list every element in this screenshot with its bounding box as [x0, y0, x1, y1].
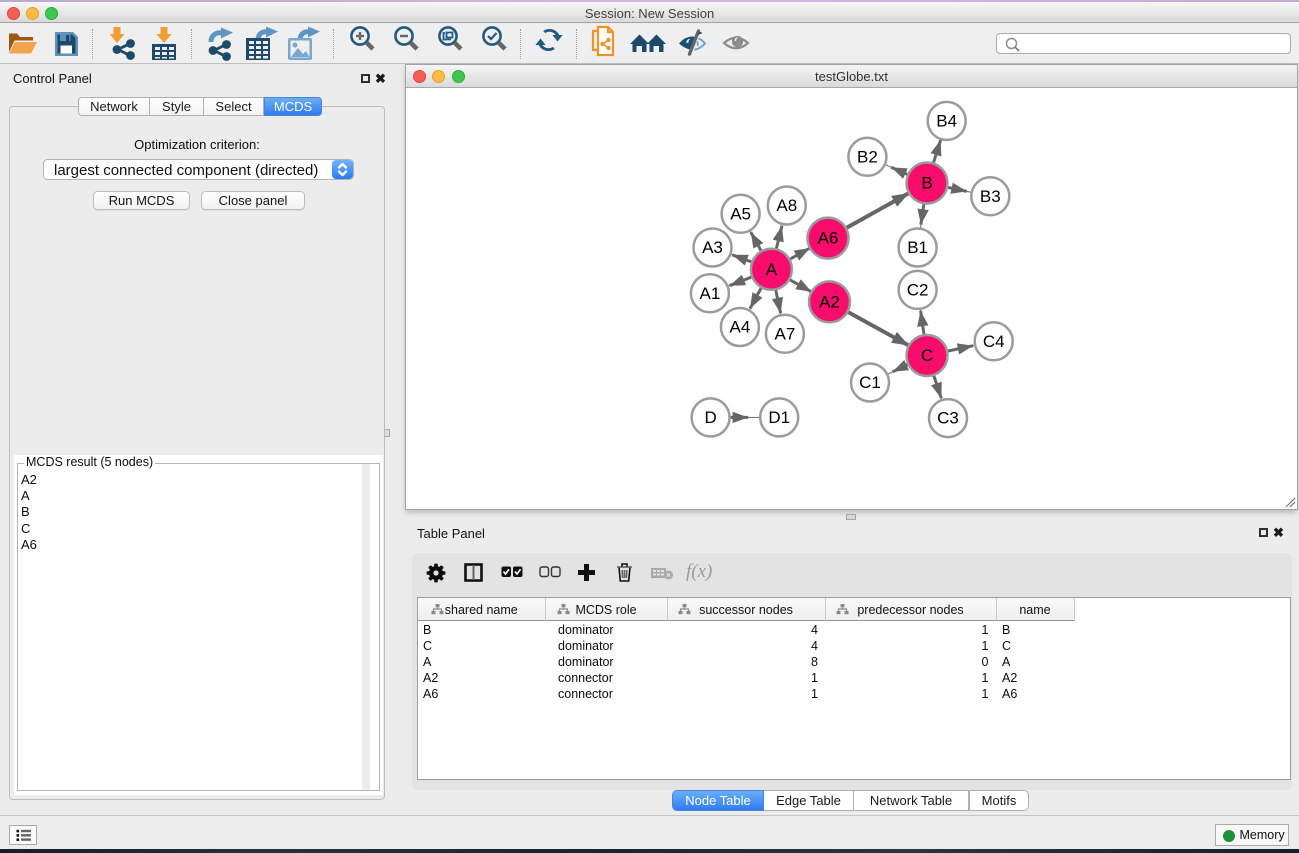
svg-text:C: C — [921, 346, 933, 365]
svg-text:B: B — [921, 174, 932, 193]
svg-text:B3: B3 — [980, 187, 1001, 206]
svg-text:A3: A3 — [702, 238, 723, 257]
svg-text:A8: A8 — [776, 196, 797, 215]
svg-text:A4: A4 — [730, 318, 751, 337]
svg-text:D: D — [704, 408, 716, 427]
svg-text:C2: C2 — [907, 280, 929, 299]
svg-text:A: A — [766, 260, 778, 279]
svg-text:C1: C1 — [859, 373, 881, 392]
svg-text:A5: A5 — [730, 204, 751, 223]
svg-text:C4: C4 — [983, 332, 1005, 351]
svg-text:B1: B1 — [907, 238, 928, 257]
svg-text:A2: A2 — [819, 292, 840, 311]
svg-text:A7: A7 — [775, 324, 796, 343]
svg-text:B2: B2 — [857, 147, 878, 166]
svg-text:A6: A6 — [818, 229, 839, 248]
svg-text:C3: C3 — [937, 409, 959, 428]
svg-text:D1: D1 — [768, 408, 790, 427]
svg-text:A1: A1 — [700, 284, 721, 303]
svg-text:B4: B4 — [936, 111, 957, 130]
